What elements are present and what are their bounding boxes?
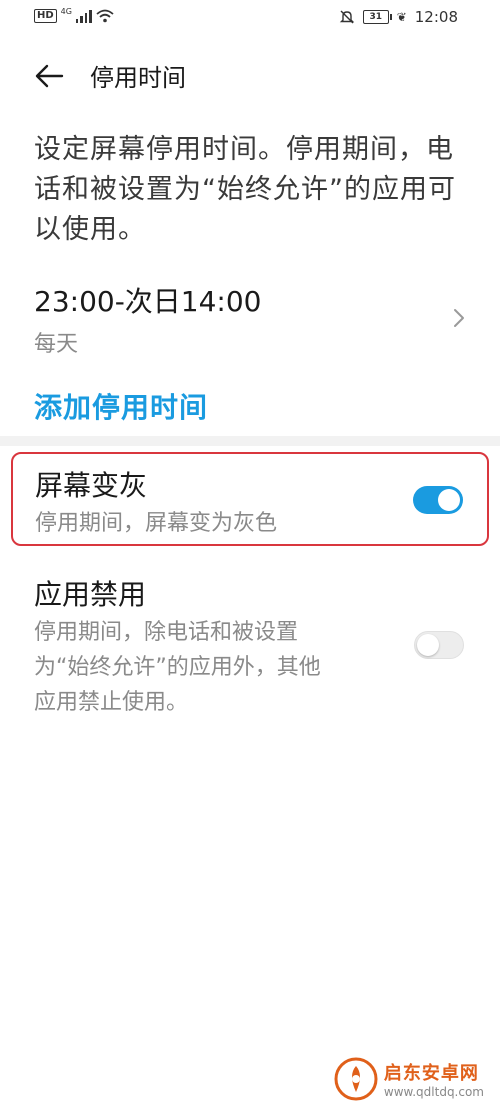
watermark-logo-icon xyxy=(334,1057,378,1101)
description-text: 设定屏幕停用时间。停用期间，电话和被设置为“始终允许”的应用可以使用。 xyxy=(34,134,456,245)
app-disable-row[interactable]: 应用禁用 停用期间，除电话和被设置 为“始终允许”的应用外，其他 应用禁止使用。 xyxy=(0,565,500,735)
toggle-knob xyxy=(438,489,460,511)
network-type: 4G xyxy=(60,6,72,16)
app-disable-subtitle-line2: 为“始终允许”的应用外，其他 xyxy=(34,655,321,680)
wifi-icon xyxy=(96,9,114,23)
schedule-repeat: 每天 xyxy=(34,332,79,357)
toggle-knob xyxy=(417,634,439,656)
app-disable-subtitle-line3: 应用禁止使用。 xyxy=(34,690,189,715)
add-downtime-link[interactable]: 添加停用时间 xyxy=(34,386,208,426)
screen-grey-row[interactable]: 屏幕变灰 停用期间，屏幕变为灰色 xyxy=(11,452,489,546)
status-bar: HD 4G 31 ❦ 12:08 xyxy=(0,0,500,38)
hd-icon: HD xyxy=(34,9,57,23)
title-bar: 停用时间 xyxy=(0,48,500,104)
section-divider xyxy=(0,436,500,446)
watermark: 启东安卓网 www.qdltdq.com xyxy=(334,1057,484,1101)
app-disable-subtitle-line1: 停用期间，除电话和被设置 xyxy=(34,620,299,645)
battery-icon: 31 xyxy=(362,10,392,24)
clock: 12:08 xyxy=(414,8,458,26)
chevron-right-icon xyxy=(454,309,464,327)
app-disable-title: 应用禁用 xyxy=(34,578,147,611)
signal-icon xyxy=(75,9,92,23)
status-left: HD 4G xyxy=(34,6,114,23)
screen-grey-title: 屏幕变灰 xyxy=(35,469,148,502)
bell-muted-icon xyxy=(339,10,354,24)
schedule-time: 23:00-次日14:00 xyxy=(34,285,262,318)
screen-grey-toggle[interactable] xyxy=(413,486,463,514)
watermark-url: www.qdltdq.com xyxy=(383,1085,484,1099)
status-right: 31 ❦ 12:08 xyxy=(339,8,458,26)
app-disable-toggle[interactable] xyxy=(414,631,464,659)
schedule-item[interactable]: 23:00-次日14:00 每天 xyxy=(0,278,500,368)
screen-grey-subtitle: 停用期间，屏幕变为灰色 xyxy=(35,511,278,536)
leaf-icon: ❦ xyxy=(396,10,407,24)
page-title: 停用时间 xyxy=(90,64,186,92)
back-arrow-icon[interactable] xyxy=(30,60,66,92)
watermark-text: 启东安卓网 www.qdltdq.com xyxy=(384,1059,484,1099)
watermark-name: 启东安卓网 xyxy=(383,1063,479,1084)
